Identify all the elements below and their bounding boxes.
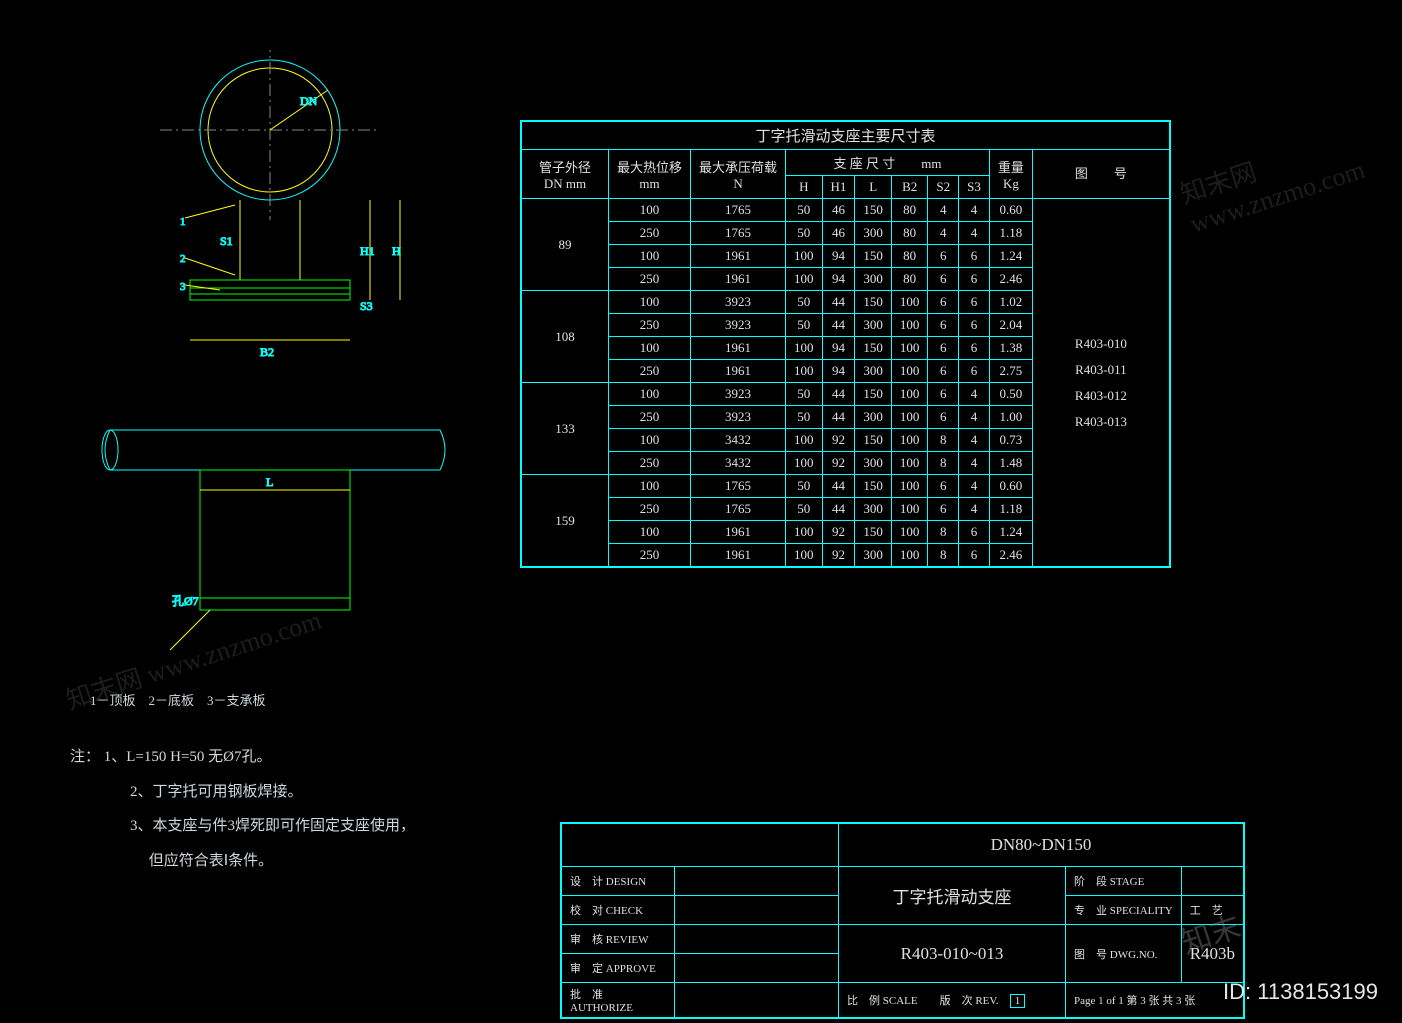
- title-block: DN80~DN150 设 计 DESIGN 丁字托滑动支座 阶 段 STAGE …: [560, 822, 1245, 1019]
- lbl-dwgno: 图 号 DWG.NO.: [1066, 925, 1182, 983]
- lbl-approve: 审 定 APPROVE: [562, 954, 675, 983]
- legend: 1－顶板 2－底板 3－支承板: [90, 690, 266, 709]
- th-load: 最大承压荷载N: [691, 150, 786, 199]
- spec-value: 工 艺: [1181, 896, 1243, 925]
- lbl-check: 校 对 CHECK: [562, 896, 675, 925]
- th-ref: 图 号: [1032, 150, 1169, 199]
- svg-text:H1: H1: [360, 244, 375, 258]
- dn-cell: 133: [522, 383, 609, 475]
- rev-mark: 1: [1010, 994, 1026, 1008]
- dn-cell: 108: [522, 291, 609, 383]
- lbl-stage: 阶 段 STAGE: [1066, 867, 1182, 896]
- page-info: Page 1 of 1 第 3 张 共 3 张: [1066, 983, 1244, 1018]
- watermark: 知末网 www.znzmo.com: [1175, 107, 1402, 239]
- svg-text:L: L: [266, 475, 273, 489]
- lbl-review: 审 核 REVIEW: [562, 925, 675, 954]
- svg-text:1: 1: [180, 216, 186, 228]
- cad-drawing: DN S1 H1 H B2 S3 1 2 3: [70, 50, 500, 750]
- svg-text:孔Ø7: 孔Ø7: [172, 594, 199, 608]
- drawing-name: 丁字托滑动支座: [839, 867, 1066, 925]
- svg-text:S1: S1: [220, 234, 233, 248]
- ref-cell: R403-010R403-011R403-012R403-013: [1032, 199, 1169, 567]
- lbl-design: 设 计 DESIGN: [562, 867, 675, 896]
- notes-block: 注： 1、L=150 H=50 无Ø7孔。 2、丁字托可用钢板焊接。 3、本支座…: [70, 740, 415, 878]
- dn-range: DN80~DN150: [839, 824, 1244, 867]
- svg-text:H: H: [392, 244, 401, 258]
- lbl-scale: 比 例 SCALE: [847, 995, 918, 1007]
- note-1: 1、L=150 H=50 无Ø7孔。: [104, 749, 272, 765]
- sheet-no: R403b: [1181, 925, 1243, 983]
- svg-text:S3: S3: [360, 299, 373, 313]
- table-title: 丁字托滑动支座主要尺寸表: [522, 122, 1170, 150]
- lbl-rev: 版 次 REV.: [940, 995, 999, 1007]
- th-disp: 最大热位移mm: [609, 150, 691, 199]
- th-wt: 重量Kg: [989, 150, 1032, 199]
- svg-text:3: 3: [180, 281, 186, 293]
- lbl-spec: 专 业 SPECIALITY: [1066, 896, 1182, 925]
- image-id: ID: 1138153199: [1223, 979, 1378, 1005]
- notes-label: 注：: [70, 749, 100, 765]
- note-3: 3、本支座与件3焊死即可作固定支座使用，: [130, 818, 415, 834]
- drawing-code: R403-010~013: [839, 925, 1066, 983]
- table-row: 891001765504615080440.60R403-010R403-011…: [522, 199, 1170, 222]
- svg-text:2: 2: [180, 253, 186, 265]
- svg-text:B2: B2: [260, 345, 274, 359]
- dn-label: DN: [300, 94, 318, 108]
- th-dn: 管子外径DN mm: [522, 150, 609, 199]
- dimension-table: 丁字托滑动支座主要尺寸表管子外径DN mm最大热位移mm最大承压荷载N支 座 尺…: [520, 120, 1171, 568]
- dn-cell: 159: [522, 475, 609, 567]
- note-2: 2、丁字托可用钢板焊接。: [130, 784, 303, 800]
- lbl-authorize: 批 准 AUTHORIZE: [562, 983, 675, 1018]
- dn-cell: 89: [522, 199, 609, 291]
- note-3b: 但应符合表Ⅰ条件。: [130, 853, 273, 869]
- th-dims: 支 座 尺 寸 mm: [786, 150, 990, 176]
